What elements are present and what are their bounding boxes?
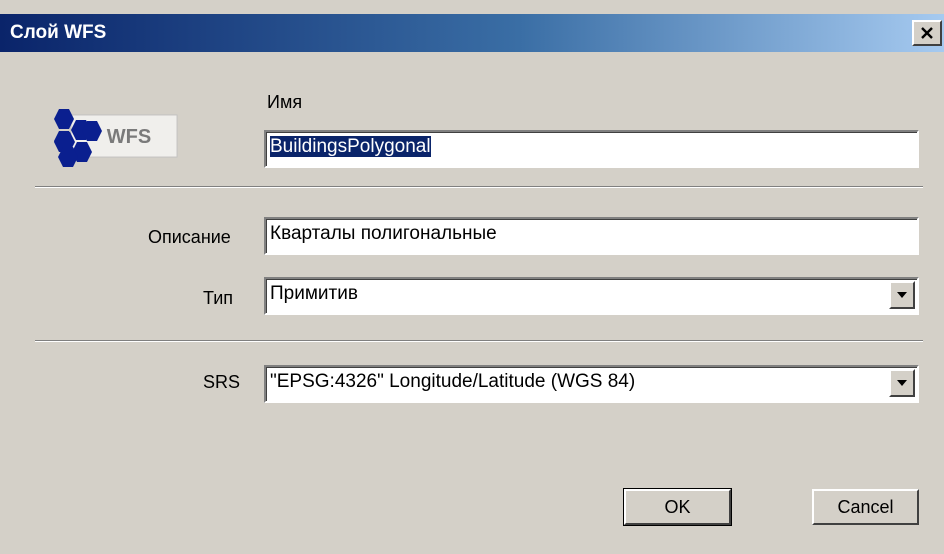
description-field[interactable]: Кварталы полигональные	[264, 217, 919, 255]
type-dropdown-button[interactable]	[889, 281, 915, 309]
cancel-button[interactable]: Cancel	[812, 489, 919, 525]
close-button[interactable]	[912, 20, 942, 46]
chevron-down-icon	[897, 292, 907, 298]
description-label: Описание	[148, 227, 231, 247]
name-field-value: BuildingsPolygonal	[270, 136, 431, 157]
separator-bottom	[35, 340, 923, 342]
close-icon	[921, 27, 933, 39]
srs-dropdown-button[interactable]	[889, 369, 915, 397]
wfs-logo-icon: WFS	[49, 107, 179, 172]
dialog-body: WFS Имя BuildingsPolygonal Описание Квар…	[0, 52, 944, 554]
type-dropdown-value: Примитив	[270, 283, 358, 304]
separator-top	[35, 186, 923, 188]
srs-dropdown-value: "EPSG:4326" Longitude/Latitude (WGS 84)	[270, 371, 636, 392]
ok-button[interactable]: OK	[623, 488, 732, 526]
type-dropdown[interactable]: Примитив	[264, 277, 919, 315]
title-bar: Слой WFS	[0, 14, 944, 52]
type-label: Тип	[203, 288, 234, 308]
window-title: Слой WFS	[10, 22, 107, 43]
srs-dropdown[interactable]: "EPSG:4326" Longitude/Latitude (WGS 84)	[264, 365, 919, 403]
name-field[interactable]: BuildingsPolygonal	[264, 130, 919, 168]
name-label: Имя	[267, 92, 303, 112]
chevron-down-icon	[897, 380, 907, 386]
srs-label: SRS	[203, 372, 241, 392]
description-field-value: Кварталы полигональные	[270, 223, 497, 244]
svg-text:WFS: WFS	[107, 126, 151, 148]
